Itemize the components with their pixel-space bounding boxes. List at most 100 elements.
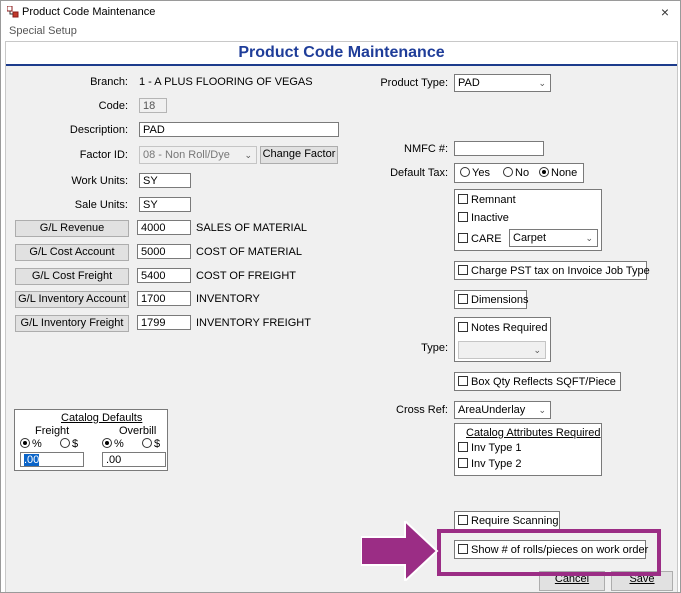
checkbox-icon (458, 442, 468, 452)
tax-yes-radio[interactable]: Yes (460, 167, 490, 179)
checkbox-icon (458, 458, 468, 468)
factor-id-label: Factor ID: (79, 149, 128, 161)
care-label: CARE (471, 233, 502, 245)
tax-none-label: None (551, 167, 578, 179)
gl-cost-account-field[interactable]: 5000 (137, 244, 191, 259)
cross-ref-label: Cross Ref: (396, 404, 448, 416)
freight-value: .00 (24, 454, 40, 466)
inv-type-1-label: Inv Type 1 (471, 442, 522, 454)
radio-selected-icon (539, 167, 549, 177)
checkbox-icon (458, 265, 468, 275)
gl-inventory-freight-desc: INVENTORY FREIGHT (196, 317, 311, 329)
gl-cost-freight-field[interactable]: 5400 (137, 268, 191, 283)
inactive-checkbox[interactable]: Inactive (458, 212, 509, 224)
freight-field[interactable]: .00 (20, 452, 84, 467)
gl-revenue-button[interactable]: G/L Revenue (15, 220, 129, 237)
branch-label: Branch: (90, 76, 128, 88)
gl-inventory-account-desc: INVENTORY (196, 293, 260, 305)
checkbox-icon (458, 515, 468, 525)
product-code-maintenance-window: Product Code Maintenance × Special Setup… (0, 0, 681, 593)
box-qty-group: Box Qty Reflects SQFT/Piece (454, 372, 621, 391)
inv-type-1-checkbox[interactable]: Inv Type 1 (458, 442, 522, 454)
factor-id-value: 08 - Non Roll/Dye (143, 149, 230, 161)
checkbox-icon (458, 194, 468, 204)
nmfc-label: NMFC #: (404, 143, 448, 155)
catalog-defaults-panel: Catalog Defaults Freight Overbill % $ % … (14, 409, 168, 471)
notes-type-select[interactable]: ⌄ (458, 341, 546, 359)
tax-no-radio[interactable]: No (503, 167, 529, 179)
menu-bar: Special Setup (1, 23, 680, 39)
dimensions-group: Dimensions (454, 290, 528, 309)
box-qty-label: Box Qty Reflects SQFT/Piece (471, 376, 616, 388)
sale-units-field[interactable]: SY (139, 197, 191, 212)
gl-inventory-account-field[interactable]: 1700 (137, 291, 191, 306)
nmfc-field[interactable] (454, 141, 544, 156)
chevron-down-icon: ⌄ (538, 405, 546, 415)
product-type-value: PAD (458, 77, 480, 89)
close-icon[interactable]: × (658, 4, 672, 20)
window-title: Product Code Maintenance (22, 6, 156, 18)
product-type-select[interactable]: PAD ⌄ (454, 74, 551, 92)
notes-required-checkbox[interactable]: Notes Required (458, 322, 547, 334)
chevron-down-icon: ⌄ (533, 345, 541, 355)
notes-required-group: Notes Required ⌄ (454, 317, 551, 362)
tax-no-label: No (515, 167, 530, 179)
code-label: Code: (98, 100, 128, 112)
checkbox-icon (458, 212, 468, 222)
freight-dollar-radio[interactable]: $ (60, 438, 78, 450)
checkbox-icon (458, 233, 468, 243)
checkbox-icon (458, 322, 468, 332)
chevron-down-icon: ⌄ (538, 78, 546, 88)
description-label: Description: (69, 124, 128, 136)
checkbox-icon (458, 294, 468, 304)
gl-inventory-account-button[interactable]: G/L Inventory Account (15, 291, 129, 308)
description-field[interactable]: PAD (139, 122, 339, 137)
radio-icon (142, 438, 152, 448)
remnant-checkbox[interactable]: Remnant (458, 194, 516, 206)
cross-ref-select[interactable]: AreaUnderlay ⌄ (454, 401, 551, 419)
code-field[interactable]: 18 (139, 98, 167, 113)
form-area: Product Code Maintenance Branch: 1 - A P… (5, 41, 678, 592)
overbill-dollar-label: $ (154, 438, 161, 450)
freight-pct-radio[interactable]: % (20, 438, 42, 450)
radio-icon (460, 167, 470, 177)
menu-special-setup[interactable]: Special Setup (9, 25, 77, 37)
radio-icon (503, 167, 513, 177)
gl-cost-freight-button[interactable]: G/L Cost Freight (15, 268, 129, 285)
freight-label: Freight (35, 425, 70, 437)
cross-ref-value: AreaUnderlay (458, 404, 526, 416)
require-scanning-label: Require Scanning (471, 515, 559, 527)
gl-cost-account-button[interactable]: G/L Cost Account (15, 244, 129, 261)
care-checkbox[interactable]: CARE (458, 233, 502, 245)
page-title: Product Code Maintenance (238, 44, 445, 61)
change-factor-button[interactable]: Change Factor (260, 146, 338, 164)
work-units-field[interactable]: SY (139, 173, 191, 188)
dimensions-checkbox[interactable]: Dimensions (458, 294, 528, 306)
charge-pst-checkbox[interactable]: Charge PST tax on Invoice Job Type (458, 265, 650, 277)
gl-revenue-field[interactable]: 4000 (137, 220, 191, 235)
pointer-arrow-icon (361, 521, 439, 581)
factor-id-select[interactable]: 08 - Non Roll/Dye ⌄ (139, 146, 257, 164)
overbill-dollar-radio[interactable]: $ (142, 438, 160, 450)
care-select[interactable]: Carpet ⌄ (509, 229, 598, 247)
inv-type-2-checkbox[interactable]: Inv Type 2 (458, 458, 522, 470)
gl-inventory-freight-field[interactable]: 1799 (137, 315, 191, 330)
sale-units-label: Sale Units: (74, 199, 128, 211)
freight-dollar-label: $ (72, 438, 79, 450)
work-units-label: Work Units: (71, 175, 128, 187)
highlight-box (437, 529, 661, 576)
overbill-pct-radio[interactable]: % (102, 438, 124, 450)
gl-inventory-freight-button[interactable]: G/L Inventory Freight (15, 315, 129, 332)
app-icon (7, 6, 19, 18)
freight-pct-label: % (32, 438, 42, 450)
chevron-down-icon: ⌄ (244, 150, 252, 160)
catalog-attributes-title: Catalog Attributes Required (466, 427, 601, 439)
box-qty-checkbox[interactable]: Box Qty Reflects SQFT/Piece (458, 376, 616, 388)
inactive-label: Inactive (471, 212, 509, 224)
require-scanning-checkbox[interactable]: Require Scanning (458, 515, 558, 527)
tax-none-radio[interactable]: None (539, 167, 577, 179)
overbill-field[interactable]: .00 (102, 452, 166, 467)
radio-selected-icon (20, 438, 30, 448)
dimensions-label: Dimensions (471, 294, 529, 306)
chevron-down-icon: ⌄ (585, 233, 593, 243)
